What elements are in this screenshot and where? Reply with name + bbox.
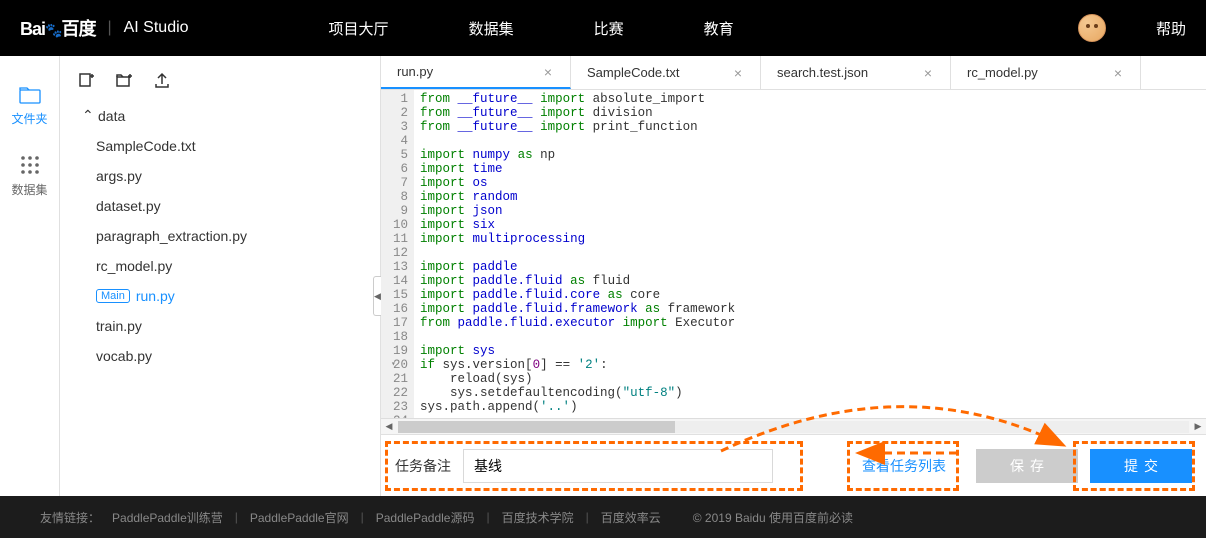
file-tree: ⌃data SampleCode.txt args.py dataset.py … <box>60 100 380 371</box>
new-file-icon[interactable] <box>78 72 94 88</box>
header-right: 帮助 <box>1078 14 1186 42</box>
scroll-thumb[interactable] <box>398 421 675 433</box>
footer: 友情链接： PaddlePaddle训练营| PaddlePaddle官网| P… <box>0 496 1206 538</box>
file-args[interactable]: args.py <box>86 161 380 191</box>
footer-copyright: © 2019 Baidu 使用百度前必读 <box>693 509 853 526</box>
close-icon[interactable]: × <box>542 64 554 80</box>
scroll-right-icon[interactable]: ▶ <box>1190 421 1206 432</box>
collapse-handle[interactable]: ◀ <box>373 276 381 316</box>
new-folder-icon[interactable] <box>116 72 132 88</box>
tab-label: search.test.json <box>777 65 868 80</box>
task-note-label: 任务备注 <box>395 456 451 476</box>
rail-files-label: 文件夹 <box>11 110 47 127</box>
rail-dataset-label: 数据集 <box>11 181 47 198</box>
tab-label: SampleCode.txt <box>587 65 680 80</box>
rail-files[interactable]: 文件夹 <box>0 76 59 145</box>
file-vocab[interactable]: vocab.py <box>86 341 380 371</box>
file-samplecode[interactable]: SampleCode.txt <box>86 131 380 161</box>
avatar[interactable] <box>1078 14 1106 42</box>
file-rcmodel[interactable]: rc_model.py <box>86 251 380 281</box>
file-run-label: run.py <box>136 288 175 304</box>
tab-samplecode[interactable]: SampleCode.txt × <box>571 56 761 89</box>
view-tasks-link[interactable]: 查看任务列表 <box>862 456 946 476</box>
folder-label: data <box>98 108 125 124</box>
footer-link-1[interactable]: PaddlePaddle官网 <box>250 509 349 526</box>
studio-label: AI Studio <box>124 19 189 37</box>
gutter: 123456789101112131415161718192021222324 <box>381 90 414 418</box>
editor-panel: ◀ run.py × SampleCode.txt × search.test.js… <box>380 56 1206 496</box>
save-button[interactable]: 保存 <box>976 449 1078 483</box>
task-note-input[interactable] <box>463 449 773 483</box>
file-toolbar <box>60 66 380 100</box>
grid-icon <box>20 155 40 175</box>
chevron-down-icon: ⌃ <box>82 107 92 124</box>
nav-projects[interactable]: 项目大厅 <box>329 18 389 39</box>
file-train[interactable]: train.py <box>86 311 380 341</box>
nav-education[interactable]: 教育 <box>704 18 734 39</box>
tab-run[interactable]: run.py × <box>381 56 571 89</box>
footer-link-2[interactable]: PaddlePaddle源码 <box>376 509 475 526</box>
file-panel: ⌃data SampleCode.txt args.py dataset.py … <box>60 56 380 496</box>
scroll-left-icon[interactable]: ◀ <box>381 421 397 432</box>
main: 文件夹 数据集 ⌃ data SampleCode.txt args.py dat… <box>0 56 1206 496</box>
close-icon[interactable]: × <box>1112 65 1124 81</box>
footer-link-0[interactable]: PaddlePaddle训练营 <box>112 509 223 526</box>
file-paragraph[interactable]: paragraph_extraction.py <box>86 221 380 251</box>
baidu-text: Bai🐾百度 <box>20 15 95 41</box>
left-rail: 文件夹 数据集 <box>0 56 60 496</box>
footer-link-3[interactable]: 百度技术学院 <box>502 509 574 526</box>
logo-divider: | <box>107 19 111 37</box>
footer-link-4[interactable]: 百度效率云 <box>601 509 661 526</box>
main-badge: Main <box>96 289 130 303</box>
logo[interactable]: Bai🐾百度 | AI Studio <box>20 15 189 41</box>
header: Bai🐾百度 | AI Studio 项目大厅 数据集 比赛 教育 帮助 <box>0 0 1206 56</box>
close-icon[interactable]: × <box>922 65 934 81</box>
editor-tabs: run.py × SampleCode.txt × search.test.json… <box>381 56 1206 90</box>
folder-icon <box>19 86 41 104</box>
file-dataset[interactable]: dataset.py <box>86 191 380 221</box>
nav-datasets[interactable]: 数据集 <box>469 18 514 39</box>
footer-label: 友情链接： <box>40 509 100 526</box>
close-icon[interactable]: × <box>732 65 744 81</box>
tab-label: run.py <box>397 64 433 79</box>
nav-competitions[interactable]: 比赛 <box>594 18 624 39</box>
rail-dataset[interactable]: 数据集 <box>0 145 59 216</box>
hscroll[interactable]: ◀ ▶ <box>381 418 1206 434</box>
code-lines[interactable]: from __future__ import absolute_importfr… <box>414 90 1206 418</box>
tab-search[interactable]: search.test.json × <box>761 56 951 89</box>
help-link[interactable]: 帮助 <box>1156 18 1186 39</box>
scroll-track[interactable] <box>398 421 1189 433</box>
submit-button[interactable]: 提交 <box>1090 449 1192 483</box>
code-editor[interactable]: 123456789101112131415161718192021222324 … <box>381 90 1206 418</box>
tab-rcmodel[interactable]: rc_model.py × <box>951 56 1141 89</box>
file-run[interactable]: Main run.py <box>86 281 380 311</box>
action-bar: 任务备注 查看任务列表 保存 提交 <box>381 434 1206 496</box>
nav: 项目大厅 数据集 比赛 教育 <box>329 18 734 39</box>
tab-label: rc_model.py <box>967 65 1038 80</box>
upload-icon[interactable] <box>154 72 170 88</box>
folder-data[interactable]: ⌃ data <box>72 100 380 131</box>
